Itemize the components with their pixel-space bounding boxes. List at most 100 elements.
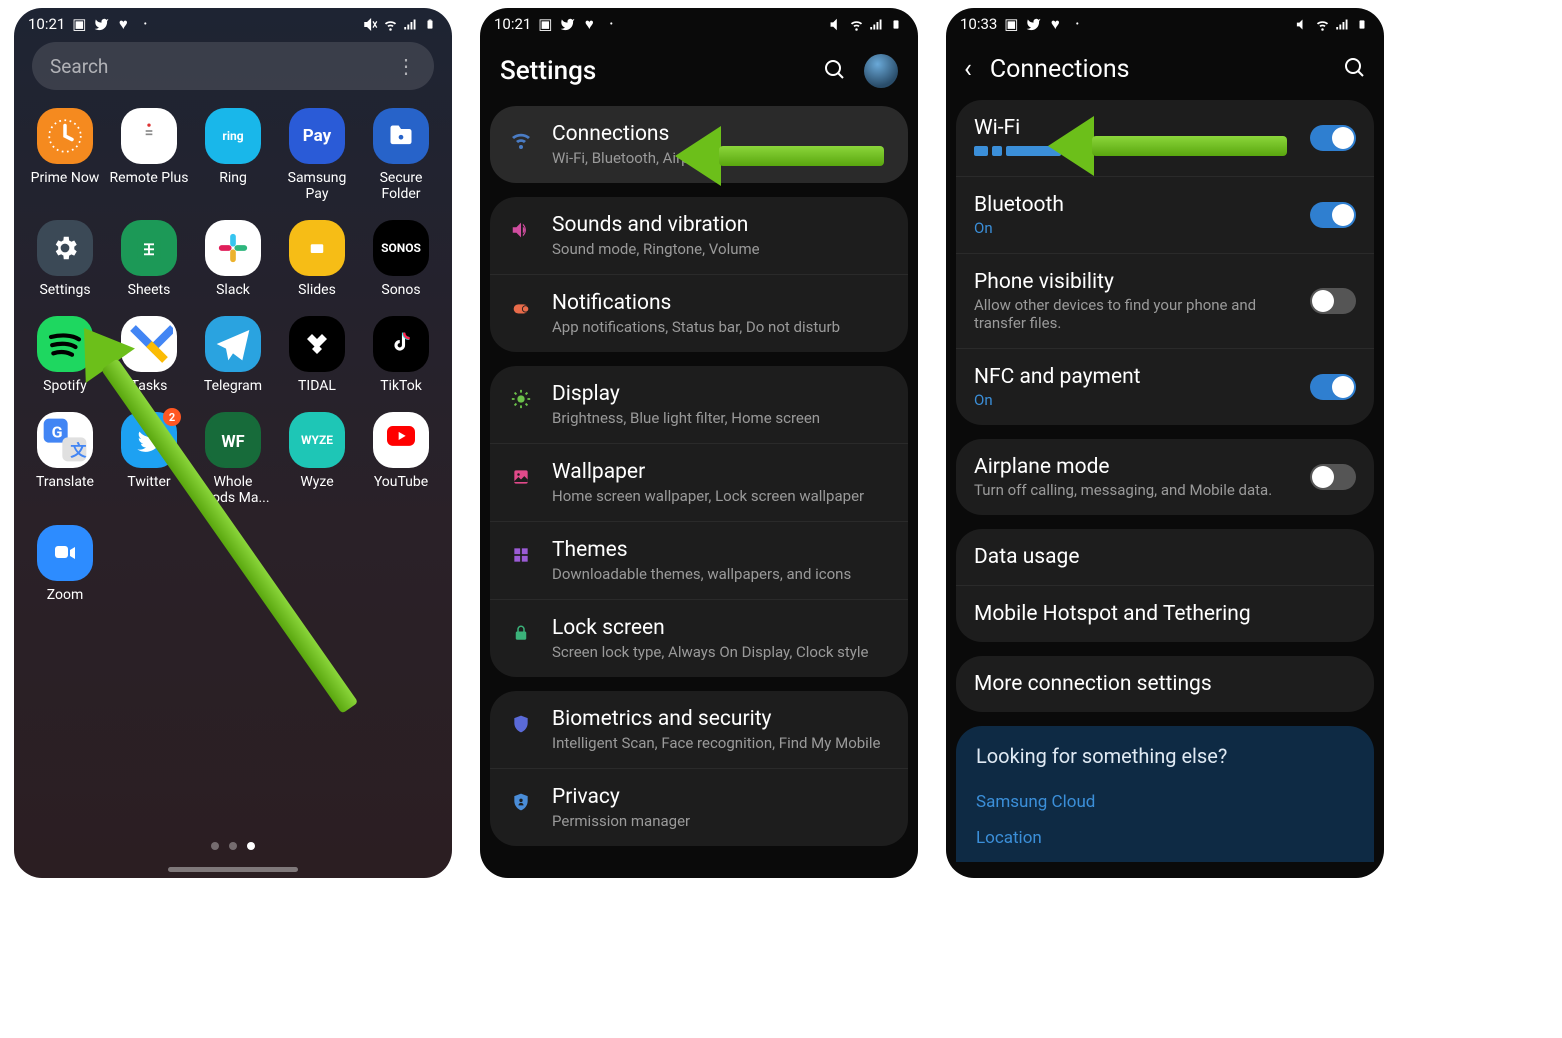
row-subtitle: Permission manager [552,812,890,830]
app-wyze[interactable]: WYZEWyze [276,412,358,506]
app-icon [205,220,261,276]
connection-row-data-usage[interactable]: Data usage [956,529,1374,585]
connection-row-phone-visibility[interactable]: Phone visibilityAllow other devices to f… [956,253,1374,348]
help-link-location[interactable]: Location [976,820,1354,856]
app-tidal[interactable]: TIDAL [276,316,358,394]
connection-row-mobile-hotspot-and-tethering[interactable]: Mobile Hotspot and Tethering [956,585,1374,642]
toggle-switch[interactable] [1310,374,1356,400]
toggle-switch[interactable] [1310,464,1356,490]
row-subtitle: Brightness, Blue light filter, Home scre… [552,409,890,427]
avatar[interactable] [864,54,898,88]
app-icon [373,316,429,372]
settings-row-privacy[interactable]: PrivacyPermission manager [490,768,908,846]
app-icon: SONOS [373,220,429,276]
more-icon: • [603,16,619,32]
settings-row-connections[interactable]: ConnectionsWi-Fi, Bluetooth, Airplane mo… [490,106,908,183]
connections-card: More connection settings [956,656,1374,712]
settings-row-sounds-and-vibration[interactable]: Sounds and vibrationSound mode, Ringtone… [490,197,908,274]
settings-row-biometrics-and-security[interactable]: Biometrics and securityIntelligent Scan,… [490,691,908,768]
app-settings[interactable]: Settings [24,220,106,298]
row-subtitle [974,142,1296,160]
twitter-icon [1025,16,1041,32]
app-prime-now[interactable]: Prime Now [24,108,106,202]
app-remote-plus[interactable]: Remote Plus [108,108,190,202]
search-field[interactable]: Search ⋮ [32,42,434,90]
toggle-switch[interactable] [1310,202,1356,228]
app-icon: 2 [121,412,177,468]
settings-row-wallpaper[interactable]: WallpaperHome screen wallpaper, Lock scr… [490,443,908,521]
connection-row-nfc-and-payment[interactable]: NFC and paymentOn [956,348,1374,425]
app-label: Prime Now [31,170,100,186]
app-twitter[interactable]: 2 Twitter [108,412,190,506]
connection-row-bluetooth[interactable]: BluetoothOn [956,176,1374,253]
app-tasks[interactable]: Tasks [108,316,190,394]
app-secure-folder[interactable]: Secure Folder [360,108,442,202]
app-samsung-pay[interactable]: PaySamsung Pay [276,108,358,202]
page-dot[interactable] [211,842,219,850]
home-indicator[interactable] [168,867,298,872]
app-spotify[interactable]: Spotify [24,316,106,394]
svg-text:文: 文 [70,441,87,460]
settings-row-notifications[interactable]: NotificationsApp notifications, Status b… [490,274,908,352]
app-youtube[interactable]: YouTube [360,412,442,506]
app-translate[interactable]: G文Translate [24,412,106,506]
image-icon: ▣ [537,16,553,32]
status-bar: 10:21 ▣ ♥ • [480,8,918,38]
back-icon[interactable]: ‹ [964,54,972,84]
toggle-switch[interactable] [1310,288,1356,314]
app-ring[interactable]: ringRing [192,108,274,202]
page-title: Settings [500,56,596,86]
row-subtitle: App notifications, Status bar, Do not di… [552,318,890,336]
connection-row-wi-fi[interactable]: Wi-Fi [956,100,1374,176]
settings-row-display[interactable]: DisplayBrightness, Blue light filter, Ho… [490,366,908,443]
app-icon [121,108,177,164]
signal-icon [1334,16,1350,32]
status-time: 10:21 [494,15,531,33]
search-icon[interactable] [822,57,846,85]
settings-row-lock-screen[interactable]: Lock screenScreen lock type, Always On D… [490,599,908,677]
app-slack[interactable]: Slack [192,220,274,298]
settings-row-themes[interactable]: ThemesDownloadable themes, wallpapers, a… [490,521,908,599]
app-zoom[interactable]: Zoom [24,525,106,603]
app-icon [37,220,93,276]
app-slides[interactable]: Slides [276,220,358,298]
heart-icon: ♥ [115,16,131,32]
app-icon [373,412,429,468]
battery-icon [422,16,438,32]
app-icon: WYZE [289,412,345,468]
settings-card: Sounds and vibrationSound mode, Ringtone… [490,197,908,352]
help-link-samsung-cloud[interactable]: Samsung Cloud [976,784,1354,820]
row-title: Sounds and vibration [552,213,890,237]
app-telegram[interactable]: Telegram [192,316,274,394]
app-whole-foods-ma-[interactable]: WFWhole Foods Ma... [192,412,274,506]
screen-app-drawer: 10:21 ▣ ♥ • Search ⋮ Prime NowR [14,8,452,878]
app-label: Telegram [204,378,262,394]
row-subtitle: Turn off calling, messaging, and Mobile … [974,481,1296,499]
connection-row-more-connection-settings[interactable]: More connection settings [956,656,1374,712]
settings-body: ConnectionsWi-Fi, Bluetooth, Airplane mo… [480,106,918,846]
app-label: Spotify [43,378,87,394]
app-label: Twitter [127,474,170,490]
twitter-icon [93,16,109,32]
app-label: Zoom [47,587,84,603]
app-icon: WF [205,412,261,468]
row-subtitle: On [974,219,1296,237]
row-title: Connections [552,122,890,146]
page-title: Connections [990,55,1324,84]
signal-icon [868,16,884,32]
connection-row-airplane-mode[interactable]: Airplane modeTurn off calling, messaging… [956,439,1374,515]
row-subtitle: Screen lock type, Always On Display, Clo… [552,643,890,661]
row-title: Phone visibility [974,270,1296,294]
search-icon[interactable] [1342,55,1366,83]
toggle-switch[interactable] [1310,125,1356,151]
app-tiktok[interactable]: TikTok [360,316,442,394]
app-icon [37,525,93,581]
app-sheets[interactable]: Sheets [108,220,190,298]
app-label: TIDAL [298,378,336,394]
app-sonos[interactable]: SONOSSonos [360,220,442,298]
page-dot-active[interactable] [247,842,255,850]
row-subtitle: On [974,391,1296,409]
kebab-icon[interactable]: ⋮ [396,60,416,72]
page-dot[interactable] [229,842,237,850]
app-grid: Prime Now Remote PlusringRingPaySamsung P… [14,100,452,603]
